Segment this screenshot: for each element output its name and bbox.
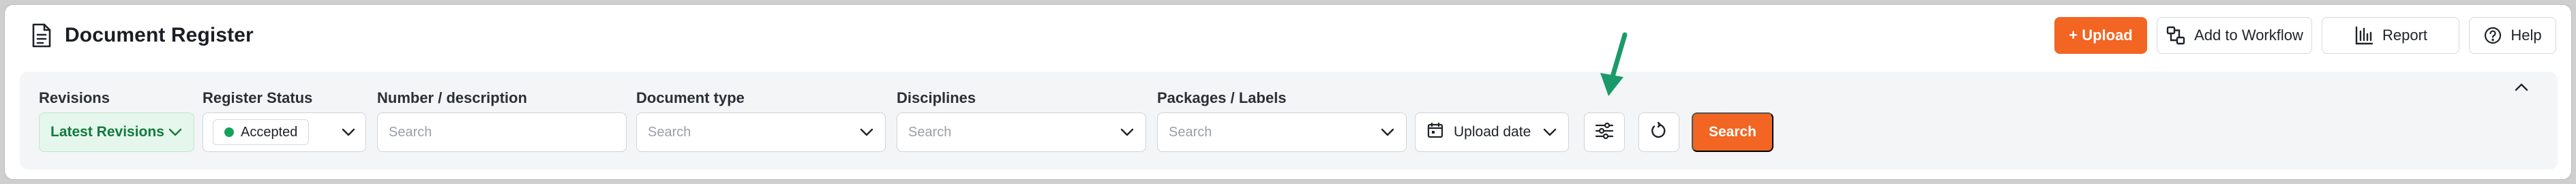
revisions-label: Revisions bbox=[39, 89, 110, 106]
report-label: Report bbox=[2382, 27, 2428, 44]
status-badge: Accepted bbox=[213, 119, 310, 145]
add-to-workflow-label: Add to Workflow bbox=[2194, 27, 2303, 44]
calendar-icon bbox=[1426, 121, 1444, 143]
refresh-icon bbox=[1649, 121, 1668, 144]
reset-filters-button[interactable] bbox=[1638, 112, 1679, 152]
chevron-down-icon bbox=[1380, 127, 1395, 137]
register-status-select[interactable]: Accepted bbox=[203, 112, 366, 152]
header-actions: + Upload Add to Workflow Report Help bbox=[2054, 17, 2556, 54]
title-area: Document Register bbox=[31, 22, 254, 48]
packages-labels-select[interactable]: Search bbox=[1157, 112, 1407, 152]
number-description-filter: Number / description Search bbox=[377, 89, 627, 152]
chevron-down-icon bbox=[168, 127, 183, 137]
disciplines-select[interactable]: Search bbox=[897, 112, 1146, 152]
chevron-down-icon bbox=[1542, 127, 1557, 137]
document-icon bbox=[31, 22, 53, 48]
question-circle-icon bbox=[2483, 26, 2502, 45]
chevron-down-icon bbox=[859, 127, 874, 137]
number-description-label: Number / description bbox=[377, 89, 528, 106]
advanced-filters-button[interactable] bbox=[1584, 112, 1625, 152]
disciplines-placeholder: Search bbox=[908, 124, 952, 140]
upload-button-label: + Upload bbox=[2069, 27, 2133, 44]
report-button[interactable]: Report bbox=[2322, 17, 2459, 54]
packages-labels-filter: Packages / Labels Search bbox=[1157, 89, 1407, 152]
number-description-placeholder: Search bbox=[389, 124, 432, 140]
search-button-label: Search bbox=[1708, 124, 1757, 140]
workflow-icon bbox=[2166, 25, 2186, 46]
register-status-filter: Register Status Accepted bbox=[203, 89, 366, 152]
disciplines-label: Disciplines bbox=[897, 89, 976, 106]
page-header: Document Register + Upload Add to Workfl… bbox=[5, 5, 2571, 67]
number-description-input[interactable]: Search bbox=[377, 112, 627, 152]
chevron-down-icon bbox=[341, 127, 356, 137]
add-to-workflow-button[interactable]: Add to Workflow bbox=[2157, 17, 2312, 54]
document-type-filter: Document type Search bbox=[636, 89, 886, 152]
status-dot-icon bbox=[224, 127, 234, 137]
packages-labels-placeholder: Search bbox=[1169, 124, 1212, 140]
annotation-arrow-icon bbox=[1600, 32, 1628, 96]
status-value: Accepted bbox=[241, 124, 298, 140]
chevron-down-icon bbox=[1120, 127, 1135, 137]
sort-value: Upload date bbox=[1454, 124, 1531, 140]
filter-panel: Revisions Latest Revisions Register Stat… bbox=[20, 72, 2558, 170]
register-status-label: Register Status bbox=[203, 89, 313, 106]
revisions-value: Latest Revisions bbox=[50, 124, 164, 140]
app-window: Document Register + Upload Add to Workfl… bbox=[4, 4, 2572, 180]
help-label: Help bbox=[2511, 27, 2542, 44]
revisions-select[interactable]: Latest Revisions bbox=[39, 112, 194, 152]
sliders-icon bbox=[1594, 122, 1615, 143]
revisions-filter: Revisions Latest Revisions bbox=[39, 89, 194, 152]
disciplines-filter: Disciplines Search bbox=[897, 89, 1146, 152]
document-type-placeholder: Search bbox=[648, 124, 691, 140]
document-type-select[interactable]: Search bbox=[636, 112, 886, 152]
upload-button[interactable]: + Upload bbox=[2054, 17, 2147, 54]
packages-labels-label: Packages / Labels bbox=[1157, 89, 1287, 106]
help-button[interactable]: Help bbox=[2469, 17, 2556, 54]
sort-select[interactable]: Upload date bbox=[1415, 112, 1569, 152]
document-type-label: Document type bbox=[636, 89, 745, 106]
bar-chart-icon bbox=[2354, 25, 2374, 46]
chevron-up-icon[interactable] bbox=[2513, 80, 2530, 98]
search-button[interactable]: Search bbox=[1692, 112, 1773, 152]
page-title: Document Register bbox=[65, 24, 254, 46]
